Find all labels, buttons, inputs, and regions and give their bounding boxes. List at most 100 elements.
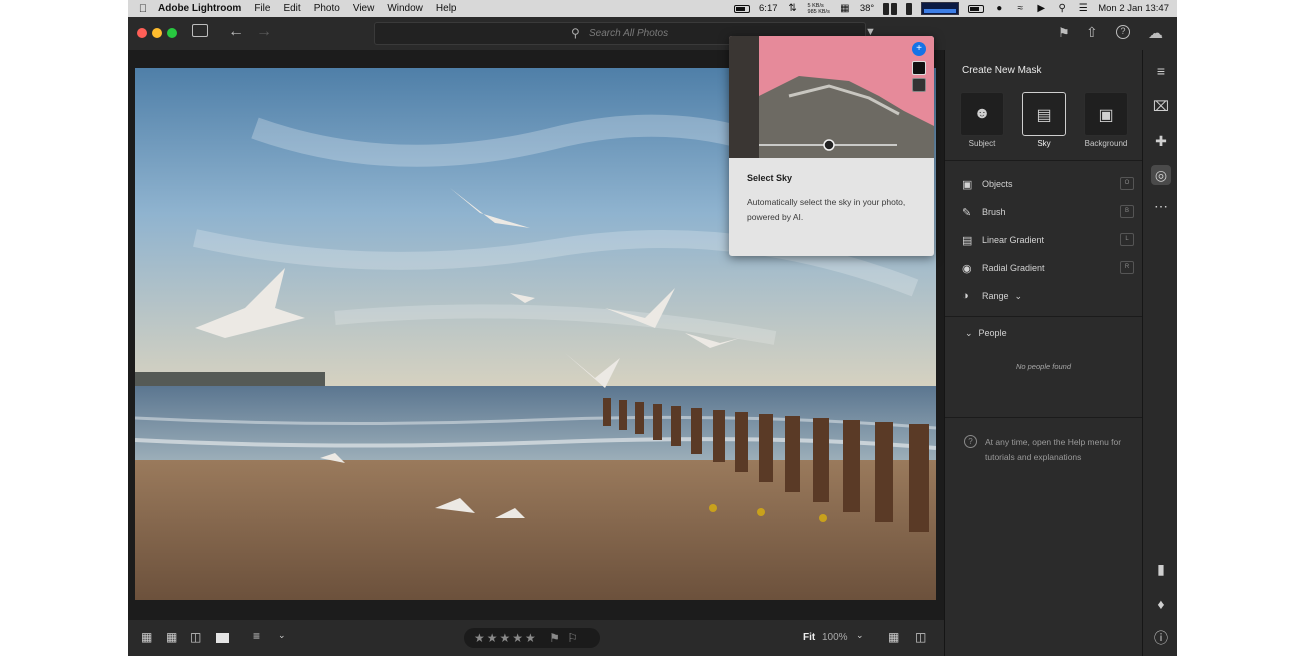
tool-brush[interactable]: ✎ Brush B xyxy=(962,203,1134,221)
menu-view[interactable]: View xyxy=(353,3,375,14)
sort-icon[interactable]: ≡ xyxy=(253,629,260,643)
compare-view-icon[interactable]: ◫ xyxy=(190,630,201,644)
edit-tools-rail: ≡ ⌧ ✚ ◎ ⋯ ▮ ♦ ⓘ xyxy=(1142,50,1177,656)
apple-menu-icon[interactable]:  xyxy=(128,3,158,15)
keyword-tag-icon[interactable]: ♦ xyxy=(1151,594,1171,614)
status-area: 6:17 ⇅ 5 KB/s 985 KB/s ▦ 38° ● ≈ ▶ ⚲ ☰ M… xyxy=(734,0,1169,17)
zoom-window-button[interactable] xyxy=(167,28,177,38)
help-info-icon: ? xyxy=(964,435,977,448)
grid-view-icon[interactable]: ▦ xyxy=(141,630,152,644)
sidebar-toggle-icon[interactable] xyxy=(192,24,208,37)
search-placeholder: Search All Photos xyxy=(589,28,669,39)
app-toolbar: ← → ⚲ Search All Photos ▼ ⚑ ⇧ ? ☁ xyxy=(128,17,1177,50)
panel-divider xyxy=(945,417,1142,418)
objects-icon: ▣ xyxy=(962,178,973,191)
people-section-header[interactable]: ⌄ People xyxy=(965,328,1007,339)
battery-status-icon[interactable] xyxy=(968,4,985,13)
cpu-graph[interactable] xyxy=(921,2,960,15)
select-sky-tooltip: + Select Sky Automatically select the sk… xyxy=(729,36,934,256)
comments-icon[interactable]: ▮ xyxy=(1151,559,1171,579)
tool-radial-gradient[interactable]: ◉ Radial Gradient R xyxy=(962,259,1134,277)
sky-thumbnail-icon[interactable] xyxy=(912,78,926,92)
notifications-bell-icon[interactable]: ⚑ xyxy=(1058,25,1070,41)
add-mask-icon[interactable]: + xyxy=(912,42,926,56)
info-overlay-icon[interactable]: ▦ xyxy=(888,630,899,644)
wifi-icon[interactable]: ≈ xyxy=(1014,3,1026,14)
square-grid-icon[interactable]: ▦ xyxy=(166,630,177,644)
search-icon: ⚲ xyxy=(571,26,580,40)
menubar-clock[interactable]: Mon 2 Jan 13:47 xyxy=(1098,3,1169,14)
detail-view-icon[interactable] xyxy=(216,633,229,643)
sort-chevron-icon[interactable]: ⌄ xyxy=(278,630,286,641)
help-tip: At any time, open the Help menu for tuto… xyxy=(985,437,1122,462)
play-circle-icon[interactable]: ▶ xyxy=(1035,3,1047,14)
back-arrow-icon[interactable]: ← xyxy=(228,23,244,41)
tool-objects[interactable]: ▣ Objects O xyxy=(962,175,1134,193)
brush-icon: ✎ xyxy=(962,206,972,219)
sky-preview-image: + xyxy=(729,36,934,158)
tool-brush-label: Brush xyxy=(982,207,1006,217)
macos-menu-bar:  Adobe Lightroom File Edit Photo View W… xyxy=(128,0,1177,17)
zoom-chevron-icon[interactable]: ⌄ xyxy=(856,630,864,641)
close-window-button[interactable] xyxy=(137,28,147,38)
menu-help[interactable]: Help xyxy=(436,3,457,14)
star-rating[interactable]: ★★★★★ xyxy=(474,631,538,645)
menu-file[interactable]: File xyxy=(254,3,270,14)
popup-description: Automatically select the sky in your pho… xyxy=(747,197,906,222)
tool-radial-gradient-label: Radial Gradient xyxy=(982,263,1045,273)
shortcut-key: L xyxy=(1120,233,1134,246)
battery-icon[interactable] xyxy=(734,4,751,13)
forward-arrow-icon[interactable]: → xyxy=(256,23,272,41)
minimize-window-button[interactable] xyxy=(152,28,162,38)
temperature[interactable]: 38° xyxy=(860,3,874,14)
cloud-sync-icon[interactable]: ☁ xyxy=(1148,24,1163,42)
people-label: People xyxy=(978,328,1007,338)
menu-window[interactable]: Window xyxy=(387,3,423,14)
mask-thumbnail-icon[interactable] xyxy=(912,61,926,75)
radial-gradient-icon: ◉ xyxy=(962,262,972,275)
filmstrip-toolbar: ▦ ▦ ◫ ≡ ⌄ ★★★★★ ⚑ ⚐ Fit 100% ⌄ ▦ ◫ xyxy=(128,620,944,656)
before-after-icon[interactable]: ◫ xyxy=(915,630,926,644)
memory-meter[interactable] xyxy=(883,2,898,15)
no-people-message: No people found xyxy=(1015,362,1072,371)
menu-photo[interactable]: Photo xyxy=(314,3,340,14)
app-menu[interactable]: Adobe Lightroom xyxy=(158,3,241,14)
crop-icon[interactable]: ⌧ xyxy=(1151,96,1171,116)
mask-background-button[interactable]: ▣ xyxy=(1084,92,1128,136)
battery-time: 6:17 xyxy=(759,3,778,14)
cpu-chip-icon: ▦ xyxy=(840,3,850,14)
edit-sliders-icon[interactable]: ≡ xyxy=(1151,61,1171,81)
control-center-icon[interactable]: ☰ xyxy=(1077,3,1089,14)
masking-panel: Create New Mask ☻ Subject ▤ Sky ▣ Backgr… xyxy=(944,50,1142,656)
flag-reject-icon[interactable]: ⚐ xyxy=(567,631,580,645)
net-down-speed: 985 KB/s xyxy=(807,8,830,15)
panel-title: Create New Mask xyxy=(962,65,1042,76)
shortcut-key: O xyxy=(1120,177,1134,190)
linear-gradient-icon: ▤ xyxy=(962,234,973,247)
info-icon[interactable]: ⓘ xyxy=(1151,628,1171,648)
share-icon[interactable]: ⇧ xyxy=(1086,24,1098,41)
range-chevron-icon: ⌄ xyxy=(1014,290,1023,301)
disk-meter[interactable] xyxy=(906,2,913,15)
flag-pick-icon[interactable]: ⚑ xyxy=(549,631,562,645)
tool-linear-gradient-label: Linear Gradient xyxy=(982,235,1045,245)
tool-range[interactable]: ◑ Range ⌄ xyxy=(962,287,1134,305)
tool-objects-label: Objects xyxy=(982,179,1013,189)
healing-bandage-icon[interactable]: ✚ xyxy=(1151,131,1171,151)
tool-linear-gradient[interactable]: ▤ Linear Gradient L xyxy=(962,231,1134,249)
spotlight-search-icon[interactable]: ⚲ xyxy=(1056,3,1068,14)
menu-edit[interactable]: Edit xyxy=(283,3,300,14)
mask-sky-button[interactable]: ▤ xyxy=(1022,92,1066,136)
user-monitor-icon[interactable]: ● xyxy=(993,3,1005,14)
panel-divider xyxy=(945,316,1142,317)
mask-subject-button[interactable]: ☻ xyxy=(960,92,1004,136)
popup-title: Select Sky xyxy=(747,173,793,183)
shortcut-key: B xyxy=(1120,205,1134,218)
fit-label[interactable]: Fit xyxy=(803,632,815,643)
zoom-level[interactable]: 100% xyxy=(822,632,848,643)
masking-icon[interactable]: ◎ xyxy=(1151,165,1171,185)
mask-subject-label: Subject xyxy=(968,139,996,148)
network-speed[interactable]: 5 KB/s 985 KB/s xyxy=(808,3,830,15)
more-options-icon[interactable]: ⋯ xyxy=(1151,196,1171,216)
help-circle-icon[interactable]: ? xyxy=(1116,25,1130,39)
